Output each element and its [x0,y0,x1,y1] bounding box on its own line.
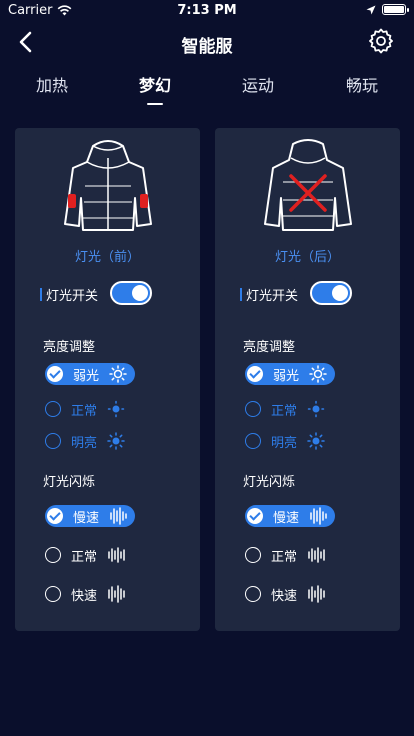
toggle-knob [332,285,348,301]
tab-fantasy[interactable]: 梦幻 [115,72,195,108]
flash-option-slow[interactable]: 慢速 [45,505,136,527]
battery-icon [382,4,409,15]
check-icon [47,366,63,382]
section-marker [40,288,42,301]
navigation-bar: 智能服 [0,22,414,64]
light-card-back: 灯光（后） 灯光开关 亮度调整 弱光 正常 明亮 灯光闪烁 慢速 正常 快速 [215,128,400,631]
brightness-option-bright[interactable]: 明亮 [245,430,325,452]
radio-icon [245,547,261,563]
flash-title: 灯光闪烁 [243,475,296,490]
option-label: 明亮 [271,435,298,451]
sound-wave-icon [310,507,327,525]
option-label: 正常 [71,403,98,419]
radio-icon [245,401,261,417]
section-marker [240,288,242,301]
sun-icon [107,432,125,450]
card-title: 灯光（后） [274,250,340,265]
option-label: 快速 [71,588,98,604]
option-label: 快速 [271,588,298,604]
option-label: 慢速 [73,510,100,526]
check-icon [47,508,63,524]
sun-icon [309,365,327,383]
sound-wave-icon [108,585,125,603]
option-label: 弱光 [73,368,100,384]
sun-icon [307,432,325,450]
active-tab-indicator [147,103,163,105]
radio-icon [45,547,61,563]
status-right [366,4,409,15]
front-right-light [140,194,148,208]
radio-icon [245,433,261,449]
card-title: 灯光（前） [74,250,140,265]
sun-icon [107,400,125,418]
sound-wave-icon [110,507,127,525]
tab-label: 梦幻 [138,76,171,95]
tab-label: 运动 [241,76,274,95]
tab-play[interactable]: 畅玩 [322,72,402,108]
jacket-front-icon [64,140,152,231]
option-label: 正常 [71,549,98,565]
check-icon [247,508,263,524]
option-label: 明亮 [71,435,98,451]
clock: 7:13 PM [177,3,237,18]
flash-option-fast[interactable]: 快速 [245,583,325,605]
light-card-front: 灯光（前） 灯光开关 亮度调整 弱光 正常 明亮 灯光闪烁 慢速 正常 快速 [15,128,200,631]
radio-icon [45,586,61,602]
sound-wave-icon [108,547,125,563]
light-switch-toggle[interactable] [110,281,152,305]
flash-option-fast[interactable]: 快速 [45,583,125,605]
tab-heating[interactable]: 加热 [12,72,92,108]
flash-option-slow[interactable]: 慢速 [245,505,336,527]
brightness-option-bright[interactable]: 明亮 [45,430,125,452]
switch-label: 灯光开关 [46,289,99,304]
check-icon [247,366,263,382]
toggle-knob [132,285,148,301]
sun-icon [307,400,325,418]
switch-row: 灯光开关 [240,285,298,304]
tab-label: 加热 [35,76,68,95]
sun-icon [109,365,127,383]
switch-label: 灯光开关 [246,289,299,304]
location-arrow-icon [366,5,376,14]
radio-icon [245,586,261,602]
option-label: 正常 [271,549,298,565]
sound-wave-icon [308,585,325,603]
tab-sport[interactable]: 运动 [218,72,298,108]
option-label: 弱光 [273,368,300,384]
brightness-option-normal[interactable]: 正常 [245,398,325,420]
brightness-option-dim[interactable]: 弱光 [45,363,136,385]
switch-row: 灯光开关 [40,285,98,304]
flash-option-normal[interactable]: 正常 [245,544,325,566]
front-left-light [68,194,76,208]
light-switch-toggle[interactable] [310,281,352,305]
option-label: 正常 [271,403,298,419]
brightness-title: 亮度调整 [43,340,96,355]
jacket-back-icon [264,139,352,231]
brightness-title: 亮度调整 [243,340,296,355]
status-bar: Carrier 7:13 PM [0,0,414,22]
settings-gear-icon[interactable] [368,28,394,54]
brightness-option-dim[interactable]: 弱光 [245,363,336,385]
flash-title: 灯光闪烁 [43,475,96,490]
flash-option-normal[interactable]: 正常 [45,544,125,566]
category-tabs: 加热 梦幻 运动 畅玩 [0,72,414,112]
option-label: 慢速 [273,510,300,526]
radio-icon [45,401,61,417]
sound-wave-icon [308,547,325,563]
tab-label: 畅玩 [345,76,378,95]
back-cross-light [289,174,327,212]
page-title: 智能服 [181,37,233,57]
radio-icon [45,433,61,449]
brightness-option-normal[interactable]: 正常 [45,398,125,420]
